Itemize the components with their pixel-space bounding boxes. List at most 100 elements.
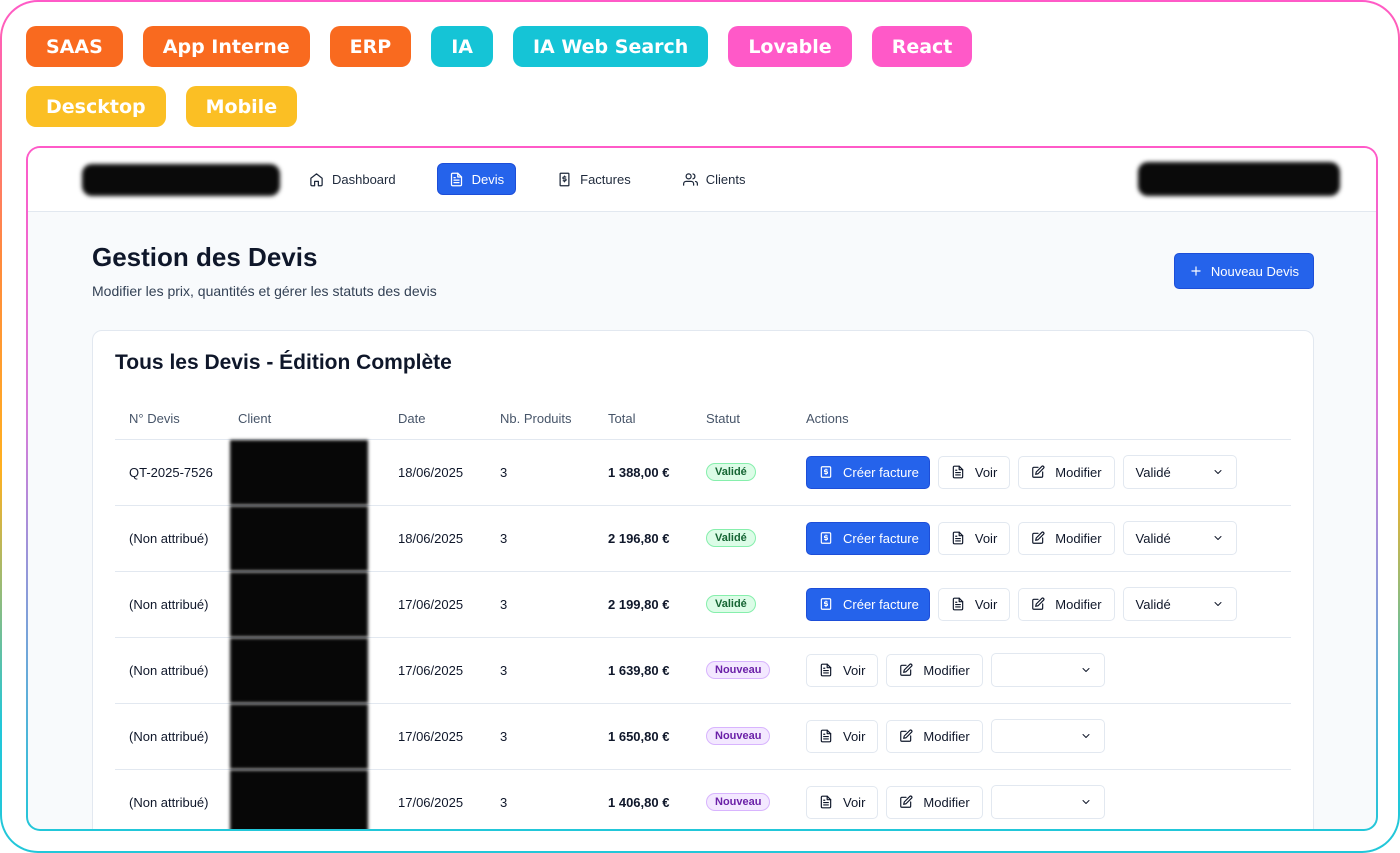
table-row: QT-2025-7526 18/06/2025 3 1 388,00 € Validé C…: [115, 439, 1291, 506]
nav-menu: Dashboard Devis Factures Clients: [298, 163, 756, 195]
view-button[interactable]: Voir: [806, 719, 879, 753]
view-button[interactable]: Voir: [937, 521, 1011, 555]
page-subtitle: Modifier les prix, quantités et gérer le…: [92, 283, 437, 299]
nav-item-label: Dashboard: [332, 171, 396, 187]
quote-total: 2 199,80 €: [608, 571, 706, 638]
edit-icon: [900, 795, 913, 808]
row-actions: Voir Modifier: [806, 653, 1291, 687]
status-cell: Nouveau: [706, 769, 806, 829]
status-select[interactable]: [990, 785, 1105, 819]
edit-label: Modifier: [923, 794, 970, 810]
product-count: 3: [500, 571, 608, 638]
status-cell: Validé: [706, 505, 806, 572]
tag-saas: SAAS: [26, 26, 123, 67]
actions-cell: Voir Modifier: [806, 703, 1291, 770]
table-header-row: N° Devis Client Date Nb. Produits Total …: [115, 399, 1291, 440]
create-invoice-button[interactable]: Créer facture: [806, 455, 930, 489]
table-row: (Non attribué) 17/06/2025 3 1 639,80 € Nouve…: [115, 637, 1291, 704]
edit-button[interactable]: Modifier: [1018, 587, 1115, 621]
column-header-client: Client: [238, 399, 398, 440]
client-redacted: [230, 505, 368, 571]
quote-date: 17/06/2025: [398, 571, 500, 638]
tags-row-2: Descktop Mobile: [26, 86, 298, 127]
create-invoice-label: Créer facture: [843, 464, 919, 480]
receipt-dollar-icon: [559, 172, 570, 186]
create-invoice-button[interactable]: Créer facture: [806, 587, 930, 621]
tags-row-1: SAAS App Interne ERP IA IA Web Search Lo…: [26, 26, 973, 67]
product-count: 3: [500, 505, 608, 572]
file-text-icon: [952, 597, 964, 611]
new-quote-label: Nouveau Devis: [1210, 263, 1299, 279]
nav-item-label: Factures: [580, 171, 631, 187]
table-row: (Non attribué) 18/06/2025 3 2 196,80 € Valid…: [115, 505, 1291, 572]
quotes-table: N° Devis Client Date Nb. Produits Total …: [115, 399, 1291, 829]
quote-number: (Non attribué): [115, 505, 238, 572]
nav-item-clients[interactable]: Clients: [672, 163, 757, 195]
client-cell: [230, 505, 398, 572]
user-menu-redacted[interactable]: [1138, 162, 1340, 196]
view-button[interactable]: Voir: [937, 455, 1011, 489]
file-text-icon: [820, 663, 832, 677]
view-label: Voir: [974, 596, 998, 612]
status-select[interactable]: Validé: [1122, 587, 1237, 621]
plus-icon: [1191, 266, 1201, 276]
quote-total: 1 406,80 €: [608, 769, 706, 829]
chevron-down-icon: [1082, 734, 1090, 738]
client-cell: [230, 703, 398, 770]
quote-date: 17/06/2025: [398, 637, 500, 704]
quote-total: 2 196,80 €: [608, 505, 706, 572]
client-cell: [230, 571, 398, 638]
page-title: Gestion des Devis: [92, 242, 318, 272]
edit-button[interactable]: Modifier: [1018, 521, 1115, 555]
edit-button[interactable]: Modifier: [1018, 455, 1115, 489]
status-cell: Validé: [706, 571, 806, 638]
outer-frame: SAAS App Interne ERP IA IA Web Search Lo…: [0, 0, 1400, 853]
chevron-down-icon: [1082, 668, 1090, 672]
client-redacted: [230, 637, 368, 703]
chevron-down-icon: [1214, 536, 1222, 540]
create-invoice-label: Créer facture: [843, 530, 919, 546]
chevron-down-icon: [1214, 470, 1222, 474]
status-select[interactable]: [990, 719, 1105, 753]
client-redacted: [230, 571, 368, 637]
view-button[interactable]: Voir: [937, 587, 1011, 621]
row-actions: Créer facture Voir Modifier Validé: [806, 455, 1291, 489]
actions-cell: Créer facture Voir Modifier Validé: [806, 571, 1291, 638]
status-badge: Nouveau: [706, 727, 771, 745]
column-header-actions: Actions: [806, 399, 1291, 440]
client-redacted: [230, 703, 368, 769]
view-button[interactable]: Voir: [806, 653, 879, 687]
view-label: Voir: [843, 794, 866, 810]
quote-total: 1 388,00 €: [608, 439, 706, 506]
column-header-num: N° Devis: [115, 399, 238, 440]
edit-button[interactable]: Modifier: [886, 719, 983, 753]
create-invoice-label: Créer facture: [843, 596, 919, 612]
status-select[interactable]: Validé: [1122, 455, 1237, 489]
new-quote-button[interactable]: Nouveau Devis: [1173, 253, 1314, 289]
quote-number: (Non attribué): [115, 769, 238, 829]
edit-button[interactable]: Modifier: [886, 653, 983, 687]
status-select[interactable]: [990, 653, 1105, 687]
product-count: 3: [500, 439, 608, 506]
edit-icon: [1032, 531, 1045, 544]
nav-item-factures[interactable]: Factures: [546, 163, 642, 195]
outer-inner: SAAS App Interne ERP IA IA Web Search Lo…: [2, 2, 1398, 851]
column-header-products: Nb. Produits: [500, 399, 608, 440]
receipt-dollar-icon: [820, 598, 832, 610]
quote-total: 1 639,80 €: [608, 637, 706, 704]
create-invoice-button[interactable]: Créer facture: [806, 521, 930, 555]
edit-button[interactable]: Modifier: [886, 785, 983, 819]
status-select[interactable]: Validé: [1122, 521, 1237, 555]
client-redacted: [230, 439, 368, 505]
column-header-status: Statut: [706, 399, 806, 440]
tag-erp: ERP: [329, 26, 412, 67]
nav-item-dashboard[interactable]: Dashboard: [298, 163, 407, 195]
status-badge: Validé: [706, 529, 756, 547]
view-button[interactable]: Voir: [806, 785, 879, 819]
quote-number: (Non attribué): [115, 571, 238, 638]
nav-item-devis[interactable]: Devis: [436, 163, 517, 195]
nav-item-label: Devis: [471, 171, 505, 187]
edit-label: Modifier: [1055, 464, 1102, 480]
edit-label: Modifier: [923, 728, 970, 744]
quote-date: 17/06/2025: [398, 703, 500, 770]
